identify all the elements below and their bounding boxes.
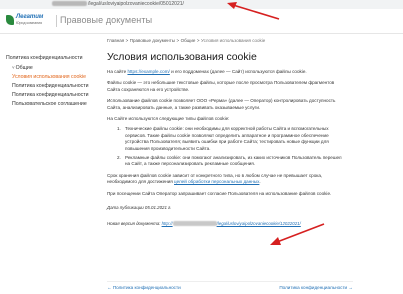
site-logo[interactable]: Легатим Юрид компания [6, 13, 54, 29]
text: . [259, 179, 261, 185]
paragraph-types-intro: На Сайте используются следующие типы фай… [107, 116, 230, 122]
breadcrumb-separator: > [125, 38, 129, 43]
site-link[interactable]: https://example.com/ [127, 69, 169, 74]
sidebar-item-label: Политика конфиденциальности [6, 55, 83, 61]
purposes-link[interactable]: целей обработки персональных данных [174, 179, 259, 184]
url-end: /legal/usloviyaipolzovaniecookie/1202202… [216, 221, 301, 227]
list-number: 1. [117, 126, 121, 132]
breadcrumb-general[interactable]: Общие [181, 38, 196, 43]
header-divider [56, 15, 57, 27]
chevron-down-icon: ˅ [12, 65, 15, 70]
main-content: Главная > Правовые документы > Общие > Условия… [107, 38, 347, 227]
logo-name: Легатим [16, 14, 44, 20]
cookie-types-list: 1. Технические файлы cookie: они необходи… [117, 126, 347, 167]
prev-page-link[interactable]: ← Политика конфиденциальности [107, 285, 181, 290]
publication-date: Дата публикации 05.01.2021 г. [107, 205, 172, 211]
url-text[interactable]: /legal/usloviyaipolzovaniecookie/0501202… [52, 0, 184, 9]
sidebar-item-user-agreement[interactable]: Пользовательское соглашение [6, 100, 106, 109]
breadcrumb: Главная > Правовые документы > Общие > Условия… [107, 38, 347, 44]
text: На сайте [107, 69, 128, 74]
sidebar-item-label: Пользовательское соглашение [12, 101, 87, 107]
list-item: 1. Технические файлы cookie: они необходи… [117, 126, 347, 152]
sidebar-item-cookie-terms[interactable]: Условия использования cookie [6, 73, 106, 82]
list-text: Технические файлы cookie: они необходимы… [125, 126, 329, 151]
sidebar-item-label: Общие [15, 65, 33, 71]
page-title: Условия использования cookie [107, 51, 257, 63]
breadcrumb-legal-docs[interactable]: Правовые документы [130, 38, 175, 43]
paragraph-consent: При посещении Сайта Оператор запрашивает… [107, 190, 332, 196]
next-page-link[interactable]: Политика конфиденциальности → [279, 285, 353, 290]
paragraph-intro: На сайте https://example.com/ и его подд… [107, 69, 347, 75]
site-header: Легатим Юрид компания Правовые документы [0, 9, 403, 34]
url-redacted-domain [172, 221, 217, 227]
url-redacted-domain [52, 1, 87, 7]
sidebar-item-label: Условия использования cookie [12, 74, 87, 80]
bottom-nav: ← Политика конфиденциальности Политика к… [107, 281, 353, 292]
url-path: /legal/usloviyaipolzovaniecookie/0501202… [88, 1, 184, 7]
sidebar-nav: Политика конфиденциальности ˅Общие Услов… [6, 54, 106, 109]
list-number: 2. [117, 155, 121, 161]
new-version-line: Новая версия документа: http:// /legal/us… [107, 221, 347, 227]
header-title: Правовые документы [60, 15, 153, 25]
url-start: http:// [161, 221, 173, 227]
sidebar-item-privacy-policy[interactable]: Политика конфиденциальности [6, 54, 106, 63]
sidebar-item-privacy-policy-2[interactable]: Политика конфиденциальности [6, 82, 106, 91]
sidebar-item-label: Политика конфиденциальности [12, 92, 89, 98]
breadcrumb-separator: > [196, 38, 200, 43]
paragraph-definition: Файлы cookie — это небольшие текстовые ф… [107, 80, 335, 92]
breadcrumb-current: Условия использования cookie [201, 38, 266, 43]
paragraph-usage: Использование файлов cookie позволяет ОО… [107, 98, 336, 110]
list-text: Рекламные файлы cookie: они помогают ана… [125, 155, 342, 167]
breadcrumb-home[interactable]: Главная [107, 38, 124, 43]
logo-leaf-icon [6, 15, 14, 25]
sidebar-item-privacy-policy-3[interactable]: Политика конфиденциальности [6, 91, 106, 100]
sidebar-item-label: Политика конфиденциальности [12, 83, 89, 89]
new-version-label: Новая версия документа: [107, 221, 162, 227]
list-item: 2. Рекламные файлы cookie: они помогают а… [117, 155, 347, 168]
sidebar-group-general[interactable]: ˅Общие [6, 63, 106, 73]
breadcrumb-separator: > [176, 38, 180, 43]
logo-subtitle: Юрид компания [16, 21, 43, 25]
paragraph-retention: Срок хранения файлов cookie зависит от к… [107, 173, 347, 186]
text: и его поддоменах (далее — Сайт) использу… [169, 69, 307, 74]
new-version-link[interactable]: http:// /legal/usloviyaipolzovaniecookie/… [161, 221, 301, 227]
